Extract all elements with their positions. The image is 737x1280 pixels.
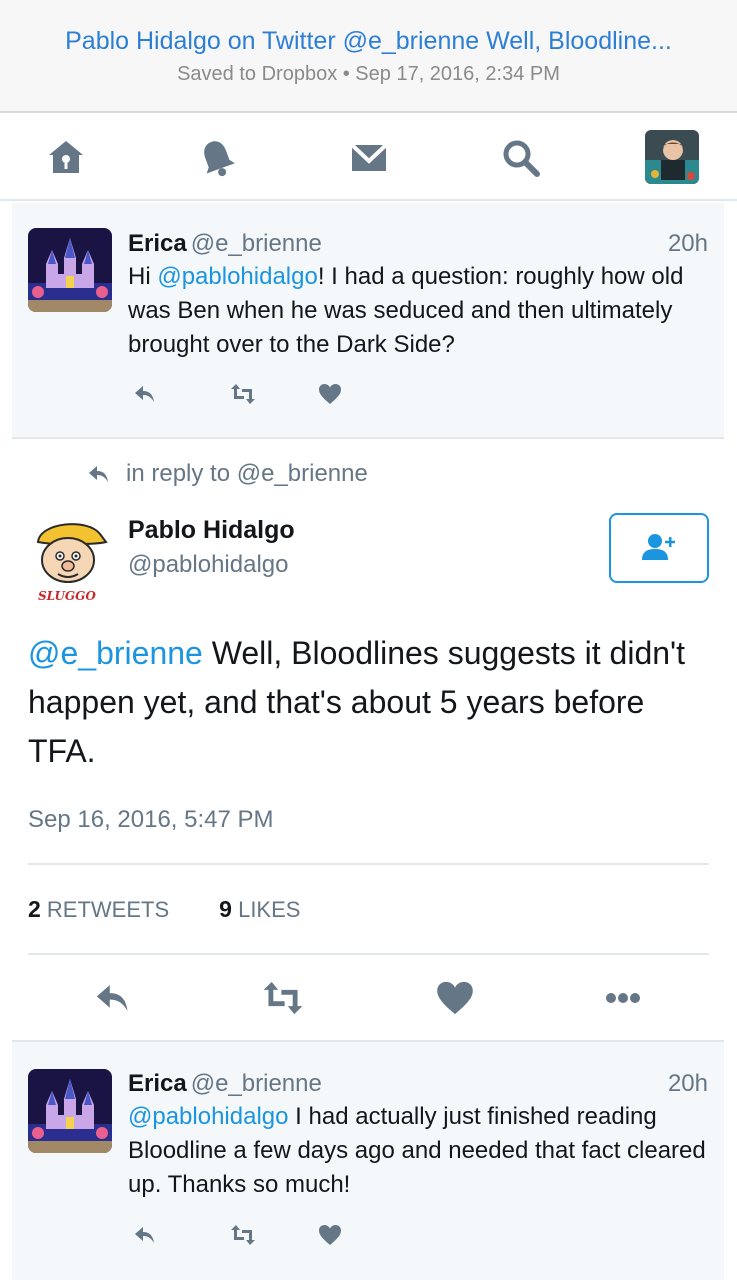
retweet-icon[interactable] (226, 1220, 260, 1250)
likes-stat[interactable]: 9 LIKES (219, 896, 300, 923)
more-icon[interactable] (598, 975, 648, 1021)
like-icon[interactable] (430, 975, 480, 1021)
author-handle[interactable]: @pablohidalgo (128, 551, 289, 579)
likes-count: 9 (219, 896, 232, 922)
display-name: Erica (128, 1070, 187, 1097)
tweet-card[interactable]: Erica @e_brienne 20h Hi @pablohidalgo! I … (12, 203, 724, 437)
follow-button[interactable] (609, 513, 709, 583)
author-name[interactable]: Pablo Hidalgo (128, 516, 295, 545)
twitter-nav-bar (0, 115, 737, 201)
saved-info: Saved to Dropbox • Sep 17, 2016, 2:34 PM (177, 63, 560, 85)
page-title[interactable]: Pablo Hidalgo on Twitter @e_brienne Well… (0, 27, 737, 56)
tweet-text: @pablohidalgo I had actually just finish… (128, 1100, 713, 1202)
retweets-count: 2 (28, 896, 41, 922)
mention-link[interactable]: @pablohidalgo (128, 1103, 289, 1130)
like-icon[interactable] (313, 1220, 347, 1250)
in-reply-to-label: in reply to @e_brienne (126, 460, 368, 487)
add-user-icon (642, 534, 675, 560)
handle: @e_brienne (190, 1070, 322, 1097)
author-name[interactable]: Erica @e_brienne (128, 1070, 322, 1098)
tweet-time: 20h (667, 230, 708, 257)
castle-avatar[interactable] (28, 1069, 112, 1153)
reply-icon[interactable] (88, 975, 138, 1021)
in-reply-to[interactable]: in reply to @e_brienne (86, 458, 368, 490)
divider (12, 437, 724, 439)
main-tweet-text: @e_brienne Well, Bloodlines suggests it … (28, 629, 718, 776)
handle: @e_brienne (190, 230, 322, 257)
divider (28, 863, 709, 865)
main-tweet-actions (0, 975, 737, 1021)
tweet-timestamp[interactable]: Sep 16, 2016, 5:47 PM (28, 806, 274, 834)
mention-link[interactable]: @pablohidalgo (157, 263, 318, 290)
search-icon[interactable] (496, 133, 546, 183)
notifications-icon[interactable] (192, 133, 242, 183)
reply-icon[interactable] (128, 379, 162, 409)
reply-icon[interactable] (128, 1220, 162, 1250)
retweets-label: RETWEETS (46, 897, 170, 922)
text-part: Hi (128, 263, 158, 290)
tweet-card[interactable]: Erica @e_brienne 20h @pablohidalgo I had … (12, 1042, 724, 1280)
profile-avatar[interactable] (645, 130, 699, 184)
tweet-time: 20h (667, 1070, 708, 1097)
retweets-stat[interactable]: 2 RETWEETS (28, 896, 169, 923)
castle-avatar[interactable] (28, 228, 112, 312)
tweet-stats: 2 RETWEETS 9 LIKES (28, 896, 300, 923)
retweet-icon[interactable] (226, 379, 260, 409)
likes-label: LIKES (238, 897, 301, 922)
mention-link[interactable]: @e_brienne (28, 635, 203, 671)
home-icon[interactable] (41, 133, 91, 183)
divider (28, 953, 709, 955)
messages-icon[interactable] (344, 133, 394, 183)
avatar-logo-text: SLUGGO (38, 589, 96, 603)
reply-arrow-icon (89, 466, 108, 482)
sluggo-avatar[interactable]: SLUGGO (28, 512, 112, 608)
display-name: Erica (128, 230, 187, 257)
tweet-text: Hi @pablohidalgo! I had a question: roug… (128, 260, 713, 362)
author-name[interactable]: Erica @e_brienne (128, 230, 322, 258)
retweet-icon[interactable] (258, 975, 308, 1021)
dropbox-header: Pablo Hidalgo on Twitter @e_brienne Well… (0, 0, 737, 113)
like-icon[interactable] (313, 379, 347, 409)
